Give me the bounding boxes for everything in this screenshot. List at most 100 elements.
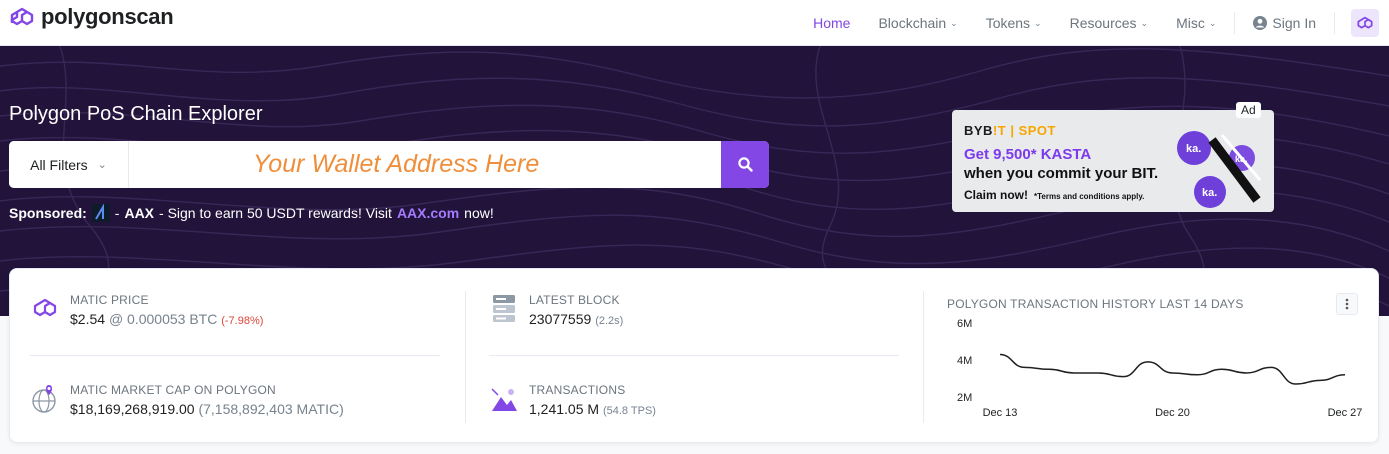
latest-block-number[interactable]: 23077559 bbox=[529, 311, 591, 327]
nav-misc-label: Misc bbox=[1176, 15, 1205, 31]
aax-logo-icon bbox=[91, 203, 110, 222]
nav-misc[interactable]: Misc ⌄ bbox=[1162, 0, 1230, 46]
main-nav: Home Blockchain ⌄ Tokens ⌄ Resources ⌄ Misc… bbox=[799, 0, 1389, 46]
matic-price-change: (-7.98%) bbox=[221, 315, 264, 327]
chart-title: POLYGON TRANSACTION HISTORY LAST 14 DAYS bbox=[947, 297, 1244, 311]
matic-price-value: $2.54 @ 0.000053 BTC (-7.98%) bbox=[70, 311, 263, 327]
divider bbox=[465, 291, 466, 423]
network-switch-button[interactable] bbox=[1351, 9, 1379, 37]
y-tick-label: 2M bbox=[957, 392, 972, 404]
polygon-logo-icon bbox=[30, 293, 60, 323]
data-point[interactable] bbox=[1220, 367, 1224, 371]
server-icon bbox=[489, 293, 519, 323]
latest-block-stat: LATEST BLOCK 23077559 (2.2s) bbox=[489, 293, 623, 327]
search-bar: All Filters ⌄ bbox=[9, 141, 769, 188]
nav-home-label: Home bbox=[813, 15, 851, 31]
user-circle-icon bbox=[1253, 16, 1268, 30]
data-point[interactable] bbox=[1047, 367, 1051, 371]
logo-text: polygonscan bbox=[41, 4, 174, 29]
data-point[interactable] bbox=[1097, 371, 1101, 375]
block-time: (2.2s) bbox=[595, 315, 624, 327]
nav-tokens[interactable]: Tokens ⌄ bbox=[972, 0, 1056, 46]
data-point[interactable] bbox=[1195, 373, 1199, 377]
matic-price-label: MATIC PRICE bbox=[70, 293, 149, 307]
chevron-down-icon: ⌄ bbox=[950, 17, 958, 28]
logo[interactable]: polygonscan bbox=[8, 4, 174, 30]
stats-card: MATIC PRICE $2.54 @ 0.000053 BTC (-7.98%… bbox=[9, 268, 1379, 443]
sponsor-link[interactable]: AAX.com bbox=[397, 205, 459, 221]
transactions-label: TRANSACTIONS bbox=[529, 383, 626, 397]
series-line bbox=[999, 353, 1346, 385]
matic-price-btc[interactable]: 0.000053 BTC bbox=[127, 311, 217, 327]
data-point[interactable] bbox=[1023, 365, 1027, 369]
market-cap-usd: $18,169,268,919.00 bbox=[70, 401, 195, 417]
latest-block-value: 23077559 (2.2s) bbox=[529, 311, 623, 327]
sponsor-brand: AAX bbox=[124, 205, 155, 221]
transactions-icon bbox=[489, 383, 519, 413]
page-title: Polygon PoS Chain Explorer bbox=[9, 103, 263, 125]
divider bbox=[30, 355, 440, 356]
data-point[interactable] bbox=[1171, 371, 1175, 375]
data-point[interactable] bbox=[1121, 375, 1125, 379]
data-point[interactable] bbox=[1343, 373, 1347, 377]
chevron-down-icon: ⌄ bbox=[97, 159, 107, 171]
x-tick-label: Dec 13 bbox=[983, 407, 1018, 419]
sign-in-link[interactable]: Sign In bbox=[1239, 0, 1330, 46]
bybit-logo: BYB!T | SPOT bbox=[964, 123, 1056, 138]
matic-price-at: @ bbox=[108, 311, 124, 327]
transactions-value: 1,241.05 M (54.8 TPS) bbox=[529, 401, 656, 417]
polygon-logo-icon bbox=[1357, 16, 1373, 29]
market-cap-stat: MATIC MARKET CAP ON POLYGON $18,169,268,… bbox=[30, 383, 344, 417]
data-point[interactable] bbox=[1269, 365, 1273, 369]
matic-price-usd: $2.54 bbox=[70, 311, 106, 327]
ad-terms: *Terms and conditions apply. bbox=[1034, 192, 1145, 201]
nav-divider bbox=[1334, 12, 1335, 34]
data-point[interactable] bbox=[998, 352, 1002, 356]
ad-cta: Claim now! *Terms and conditions apply. bbox=[964, 188, 1145, 202]
filter-dropdown[interactable]: All Filters ⌄ bbox=[9, 141, 129, 188]
chevron-down-icon: ⌄ bbox=[1208, 17, 1217, 28]
y-tick-label: 4M bbox=[957, 355, 972, 367]
x-tick-label: Dec 20 bbox=[1155, 407, 1190, 419]
sign-in-label: Sign In bbox=[1272, 15, 1316, 31]
nav-resources[interactable]: Resources ⌄ bbox=[1056, 0, 1162, 46]
search-icon bbox=[737, 157, 753, 172]
transactions-stat: TRANSACTIONS 1,241.05 M (54.8 TPS) bbox=[489, 383, 656, 417]
chevron-down-icon: ⌄ bbox=[1140, 17, 1149, 28]
ad-headline: Get 9,500* KASTA bbox=[964, 146, 1092, 163]
sponsor-text: - Sign to earn 50 USDT rewards! Visit bbox=[159, 205, 392, 221]
transaction-history-chart[interactable]: 6M 4M 2M Dec 13 Dec 20 Dec 27 bbox=[940, 313, 1370, 423]
data-point[interactable] bbox=[1072, 371, 1076, 375]
sponsored-line: Sponsored: - AAX - Sign to earn 50 USDT … bbox=[9, 203, 494, 222]
transactions-count[interactable]: 1,241.05 M bbox=[529, 401, 599, 417]
market-cap-matic: (7,158,892,403 MATIC) bbox=[198, 401, 344, 417]
transactions-tps: (54.8 TPS) bbox=[602, 405, 656, 417]
search-input[interactable] bbox=[129, 141, 721, 188]
sponsored-label: Sponsored: bbox=[9, 205, 87, 221]
nav-resources-label: Resources bbox=[1069, 15, 1137, 31]
kebab-menu-icon bbox=[1345, 298, 1349, 310]
kasta-coins-icon: ka. ka. ka. bbox=[1177, 131, 1262, 208]
svg-text:ka.: ka. bbox=[1186, 143, 1201, 155]
search-button[interactable] bbox=[721, 141, 769, 188]
ad-label: Ad bbox=[1236, 102, 1261, 118]
latest-block-label: LATEST BLOCK bbox=[529, 293, 620, 307]
y-tick-label: 6M bbox=[957, 318, 972, 330]
chevron-down-icon: ⌄ bbox=[1034, 17, 1042, 28]
data-point[interactable] bbox=[1244, 371, 1248, 375]
x-tick-label: Dec 27 bbox=[1328, 407, 1363, 419]
nav-home[interactable]: Home bbox=[799, 0, 864, 46]
nav-blockchain[interactable]: Blockchain ⌄ bbox=[864, 0, 971, 46]
data-point[interactable] bbox=[1146, 360, 1150, 364]
sponsor-suffix: now! bbox=[464, 205, 494, 221]
nav-blockchain-label: Blockchain bbox=[878, 15, 947, 31]
data-point[interactable] bbox=[1294, 382, 1298, 386]
svg-text:ka.: ka. bbox=[1202, 187, 1217, 199]
data-point[interactable] bbox=[1318, 378, 1322, 382]
filter-label: All Filters bbox=[30, 156, 88, 173]
ad-subheadline: when you commit your BIT. bbox=[964, 165, 1159, 182]
market-cap-value: $18,169,268,919.00 (7,158,892,403 MATIC) bbox=[70, 401, 344, 417]
chart-menu-button[interactable] bbox=[1336, 293, 1358, 315]
bybit-ad-banner[interactable]: BYB!T | SPOT Get 9,500* KASTA when you c… bbox=[952, 110, 1274, 212]
top-navbar: polygonscan Home Blockchain ⌄ Tokens ⌄ Res… bbox=[0, 0, 1389, 46]
